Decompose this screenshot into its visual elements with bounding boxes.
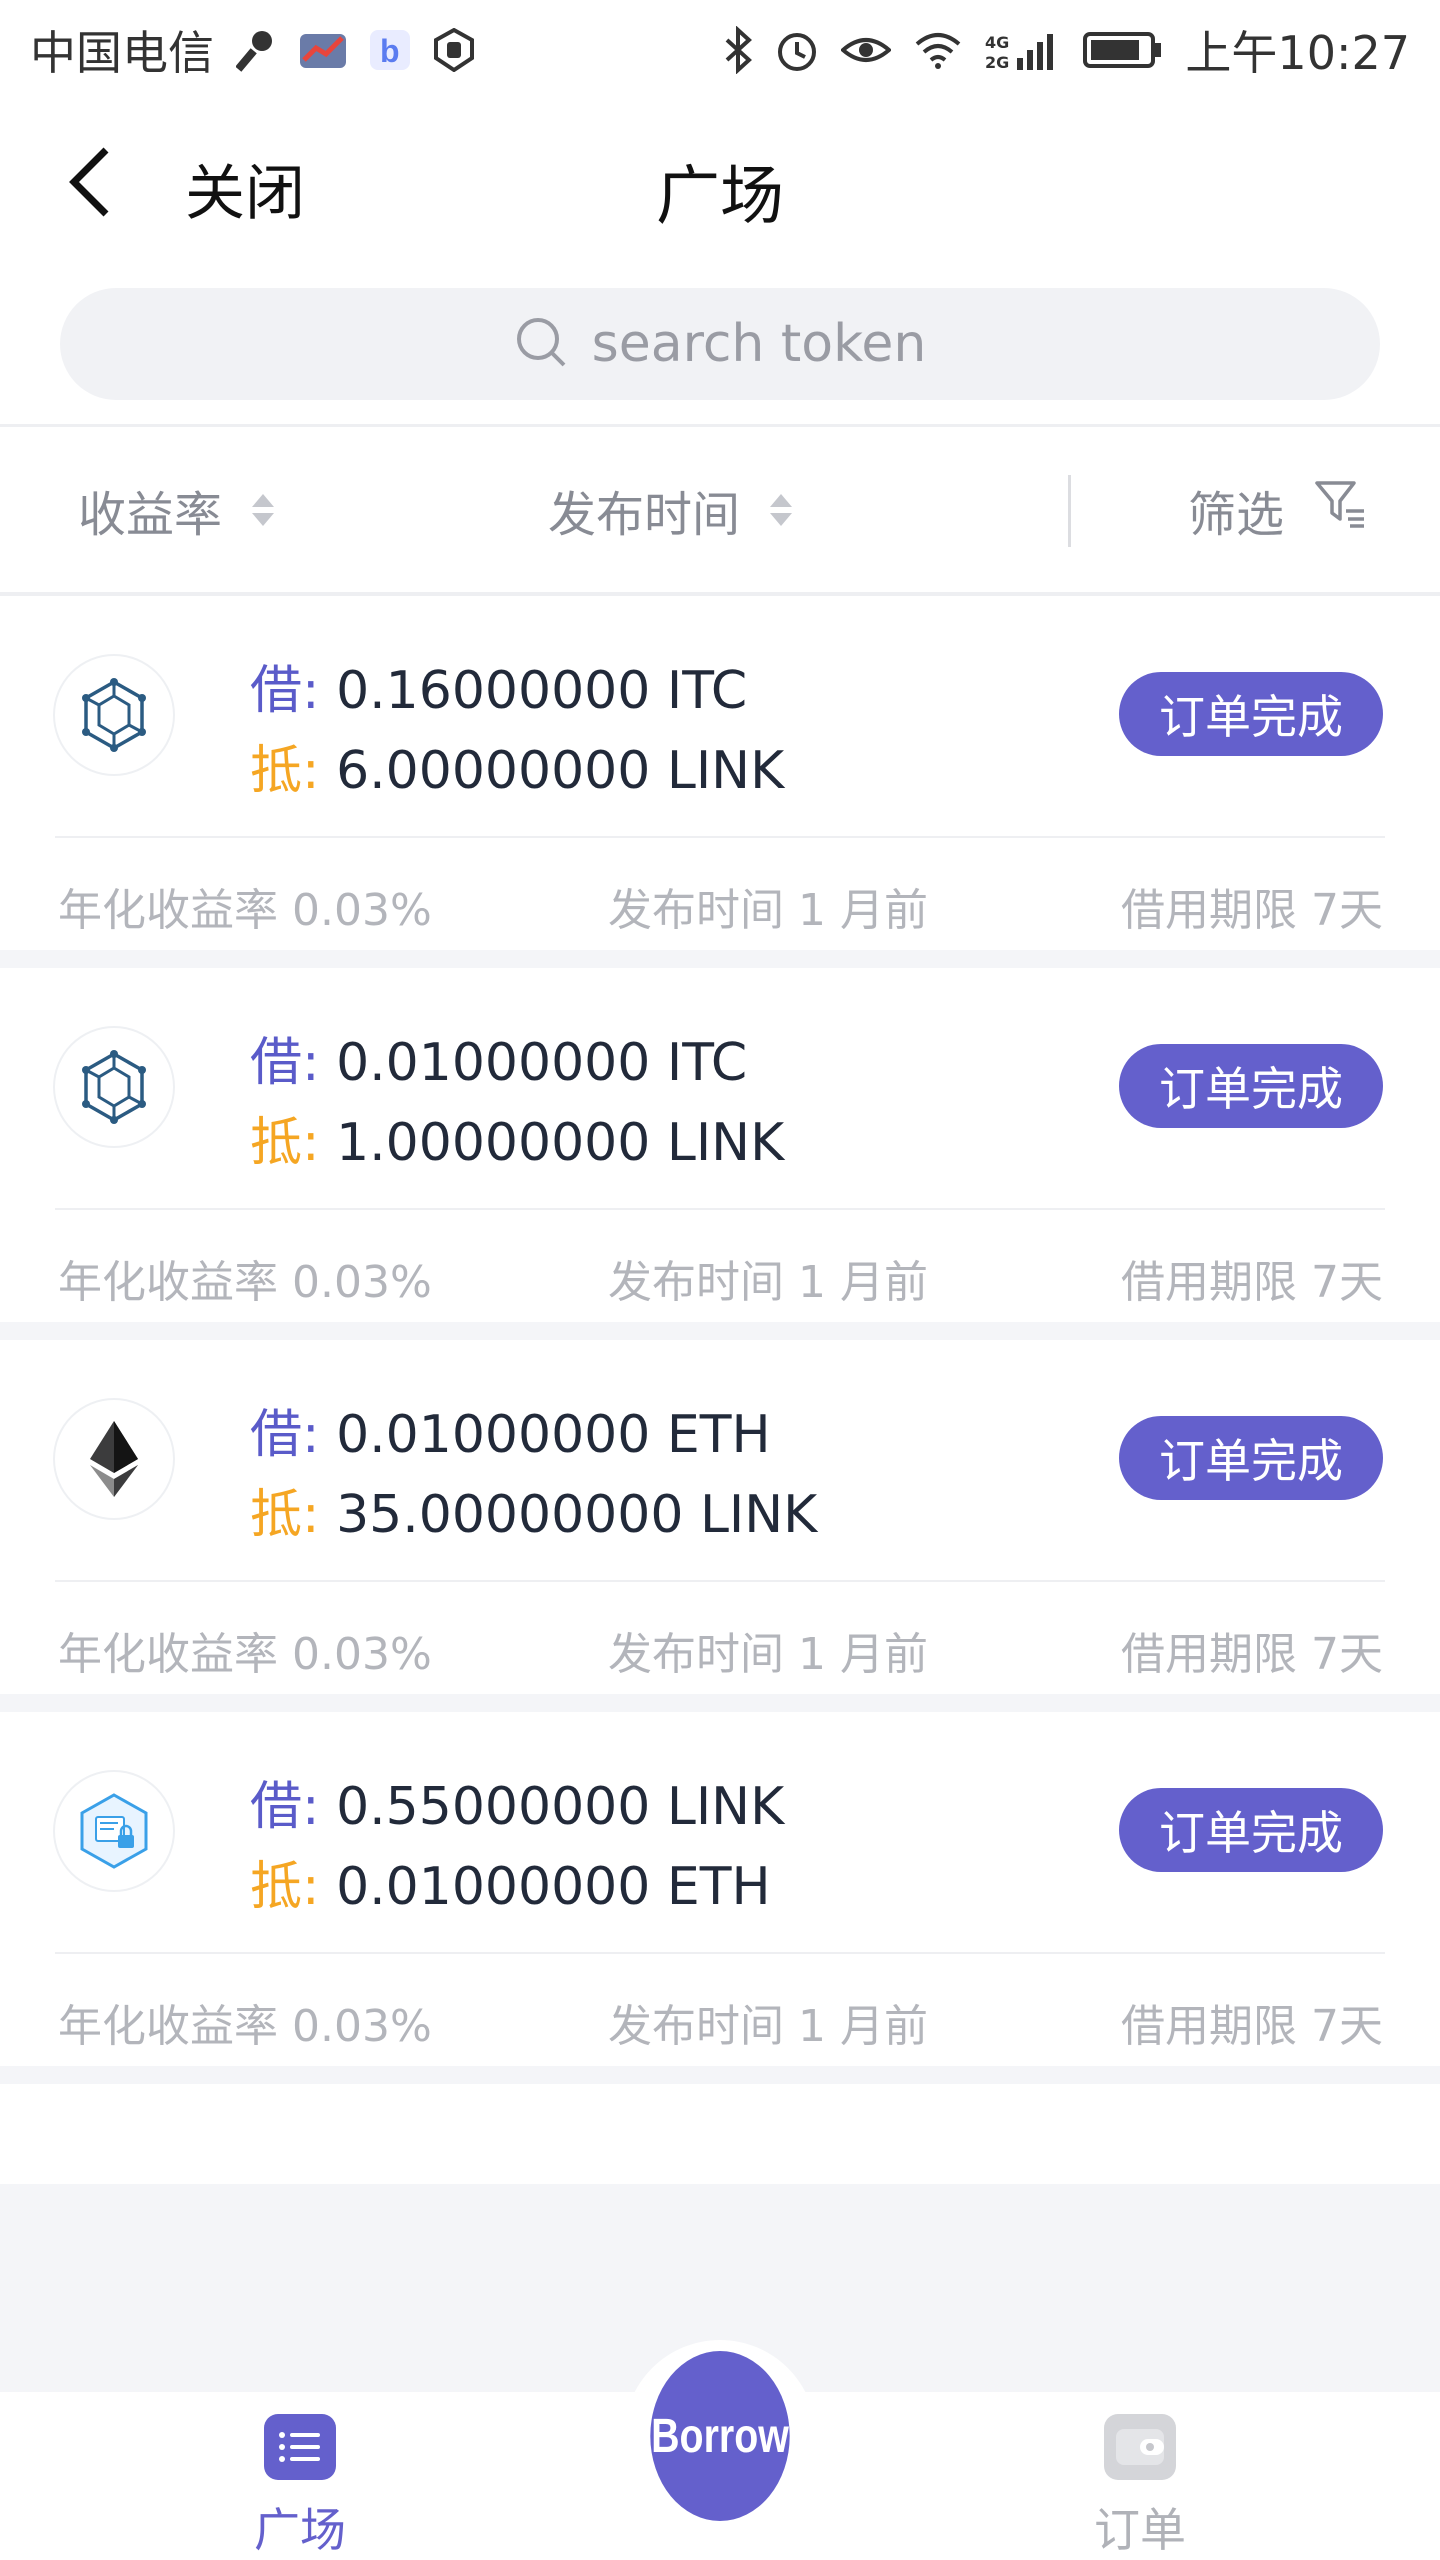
list-icon <box>264 2414 336 2480</box>
battery-icon <box>1083 30 1163 70</box>
sort-by-yield[interactable]: 收益率 <box>78 427 275 592</box>
order-status-button[interactable]: 订单完成 <box>1119 672 1383 756</box>
collateral-amount: 抵: 0.01000000 ETH <box>250 1844 771 1919</box>
wifi-icon <box>913 30 963 70</box>
tab-orders-label: 订单 <box>1094 2503 1186 2557</box>
collateral-tag: 抵: <box>250 1485 320 1545</box>
borrow-amount: 借: 0.55000000 LINK <box>250 1764 784 1839</box>
nav-bar: 关闭 广场 <box>0 100 1440 265</box>
signal-icon: 4G 2G <box>985 28 1061 72</box>
borrow-value: 0.16000000 ITC <box>336 661 748 721</box>
tab-plaza[interactable]: 广场 <box>150 2392 450 2560</box>
b-app-icon: b <box>370 28 410 72</box>
sort-bar: 收益率 发布时间 筛选 <box>0 427 1440 592</box>
itc-hexagon-logo-icon <box>55 656 173 774</box>
annual-yield: 年化收益率 0.03% <box>58 1257 432 1308</box>
search-input[interactable]: search token <box>60 288 1380 400</box>
carrier-label: 中国电信 <box>30 26 214 80</box>
publish-time: 发布时间 1 月前 <box>608 1257 928 1308</box>
svg-text:4G: 4G <box>985 33 1009 52</box>
tab-orders[interactable]: 订单 <box>990 2392 1290 2560</box>
collateral-amount: 抵: 35.00000000 LINK <box>250 1472 817 1547</box>
sort-yield-label: 收益率 <box>78 486 223 543</box>
collateral-value: 35.00000000 LINK <box>336 1485 818 1545</box>
itc-hexagon-logo-icon <box>55 1028 173 1146</box>
collateral-tag: 抵: <box>250 1857 320 1917</box>
borrow-amount: 借: 0.01000000 ITC <box>250 1020 747 1095</box>
loan-term: 借用期限 7天 <box>1121 2001 1383 2052</box>
collateral-value: 6.00000000 LINK <box>336 741 785 801</box>
borrow-value: 0.55000000 LINK <box>336 1777 785 1837</box>
borrow-tag: 借: <box>250 1405 320 1465</box>
borrow-amount: 借: 0.16000000 ITC <box>250 648 747 723</box>
collateral-value: 1.00000000 LINK <box>336 1113 785 1173</box>
wallet-icon <box>1104 2414 1176 2480</box>
divider <box>55 836 1385 838</box>
borrow-value: 0.01000000 ITC <box>336 1033 748 1093</box>
koudai-app-icon <box>298 28 348 72</box>
eye-icon <box>841 30 892 70</box>
loan-term: 借用期限 7天 <box>1121 1257 1383 1308</box>
filter-icon <box>1314 479 1368 541</box>
loan-term: 借用期限 7天 <box>1121 1629 1383 1680</box>
order-status-button[interactable]: 订单完成 <box>1119 1788 1383 1872</box>
annual-yield: 年化收益率 0.03% <box>58 2001 432 2052</box>
divider <box>55 1952 1385 1954</box>
key-icon <box>236 28 276 72</box>
borrow-value: 0.01000000 ETH <box>336 1405 771 1465</box>
sort-separator <box>1068 475 1071 547</box>
sort-time-label: 发布时间 <box>548 486 741 543</box>
sort-arrows-icon <box>770 493 793 526</box>
annual-yield: 年化收益率 0.03% <box>58 1629 432 1680</box>
sort-by-time[interactable]: 发布时间 <box>548 427 793 592</box>
collateral-value: 0.01000000 ETH <box>336 1857 771 1917</box>
borrow-fab-wrap: Borrow <box>624 2340 816 2532</box>
annual-yield: 年化收益率 0.03% <box>58 885 432 936</box>
svg-text:b: b <box>380 33 400 69</box>
borrow-tag: 借: <box>250 661 320 721</box>
publish-time: 发布时间 1 月前 <box>608 885 928 936</box>
order-status-button[interactable]: 订单完成 <box>1119 1044 1383 1128</box>
eth-logo-icon <box>55 1400 173 1518</box>
svg-text:2G: 2G <box>985 53 1009 72</box>
tab-plaza-label: 广场 <box>254 2503 346 2557</box>
collateral-amount: 抵: 6.00000000 LINK <box>250 728 784 803</box>
hand-shield-icon <box>432 28 476 72</box>
borrow-tag: 借: <box>250 1033 320 1093</box>
status-left: 中国电信 b <box>30 17 476 83</box>
search-icon <box>514 315 568 373</box>
collateral-tag: 抵: <box>250 1113 320 1173</box>
order-card[interactable]: 借: 0.16000000 ITC 抵: 6.00000000 LINK 订单完… <box>0 596 1440 968</box>
sort-arrows-icon <box>252 493 275 526</box>
collateral-amount: 抵: 1.00000000 LINK <box>250 1100 784 1175</box>
order-card[interactable]: 借: 0.01000000 ITC 抵: 1.00000000 LINK 订单完… <box>0 968 1440 1340</box>
collateral-tag: 抵: <box>250 741 320 801</box>
page-title: 广场 <box>656 160 784 234</box>
loan-term: 借用期限 7天 <box>1121 885 1383 936</box>
order-card[interactable]: 借: 0.01000000 ETH 抵: 35.00000000 LINK 订单… <box>0 1340 1440 1712</box>
borrow-tag: 借: <box>250 1777 320 1837</box>
divider <box>55 1208 1385 1210</box>
alarm-icon <box>775 26 819 74</box>
bluetooth-icon <box>723 26 753 74</box>
publish-time: 发布时间 1 月前 <box>608 1629 928 1680</box>
order-status-button[interactable]: 订单完成 <box>1119 1416 1383 1500</box>
order-card[interactable]: 借: 0.55000000 LINK 抵: 0.01000000 ETH 订单完… <box>0 1712 1440 2084</box>
chainlink-logo-icon <box>55 1772 173 1890</box>
search-placeholder: search token <box>591 314 927 374</box>
status-right: 4G 2G 上午10:27 <box>723 17 1410 83</box>
filter-button[interactable]: 筛选 <box>1188 427 1368 592</box>
status-bar: 中国电信 b 4G 2G 上午10:27 <box>0 0 1440 100</box>
divider <box>55 1580 1385 1582</box>
borrow-button[interactable]: Borrow <box>650 2351 790 2521</box>
order-list: 借: 0.16000000 ITC 抵: 6.00000000 LINK 订单完… <box>0 596 1440 2084</box>
borrow-amount: 借: 0.01000000 ETH <box>250 1392 771 1467</box>
clock-time: 上午10:27 <box>1185 26 1410 80</box>
publish-time: 发布时间 1 月前 <box>608 2001 928 2052</box>
filter-label: 筛选 <box>1188 486 1285 543</box>
